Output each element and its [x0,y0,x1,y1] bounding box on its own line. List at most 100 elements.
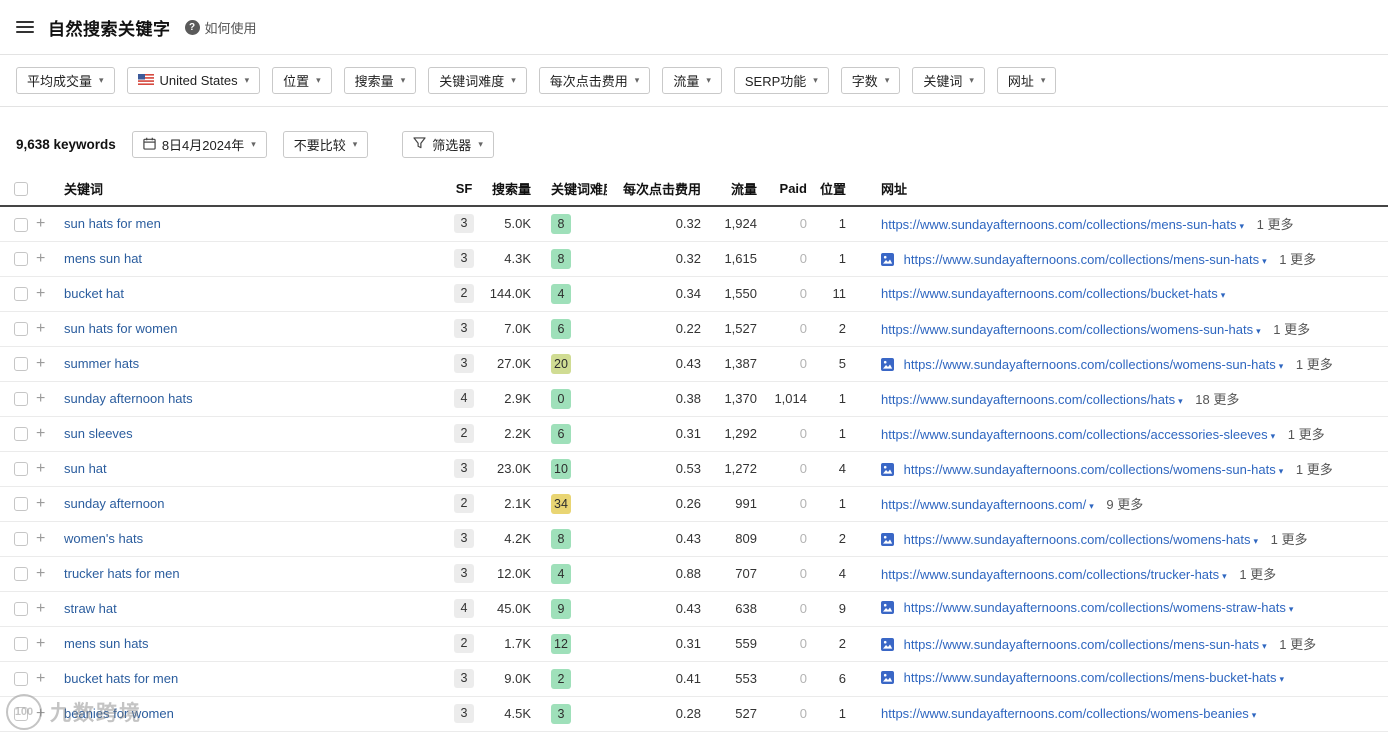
url-dropdown-caret[interactable]: ▾ [1221,290,1226,300]
url-dropdown-caret[interactable]: ▾ [1279,674,1284,684]
expand-plus-icon[interactable]: + [36,320,45,337]
keyword-link[interactable]: summer hats [64,356,139,371]
serp-features-badge[interactable]: 3 [454,214,474,234]
row-checkbox[interactable] [14,532,28,547]
compare-dropdown[interactable]: 不要比较 ▾ [282,131,369,158]
url-link[interactable]: https://www.sundayafternoons.com/ [881,497,1086,512]
expand-plus-icon[interactable]: + [36,250,45,267]
expand-plus-icon[interactable]: + [36,635,45,652]
date-picker-button[interactable]: 8日4月2024年 ▾ [131,131,267,158]
url-dropdown-caret[interactable]: ▾ [1252,710,1257,720]
filter-kd[interactable]: 关键词难度 ▾ [428,67,527,94]
serp-features-badge[interactable]: 3 [454,669,474,688]
col-header-url[interactable]: 网址 [851,172,1388,207]
more-urls-link[interactable]: 1 更多 [1273,322,1310,337]
url-dropdown-caret[interactable]: ▾ [1240,221,1245,231]
serp-features-badge[interactable]: 2 [454,494,474,513]
row-checkbox[interactable] [14,707,28,722]
serp-features-badge[interactable]: 3 [454,564,474,583]
serp-features-badge[interactable]: 3 [454,704,474,723]
serp-features-badge[interactable]: 2 [454,634,474,653]
expand-plus-icon[interactable]: + [36,495,45,512]
row-checkbox[interactable] [14,602,28,617]
url-link[interactable]: https://www.sundayafternoons.com/collect… [904,357,1276,372]
url-link[interactable]: https://www.sundayafternoons.com/collect… [904,252,1260,267]
keyword-link[interactable]: mens sun hat [64,251,142,266]
url-link[interactable]: https://www.sundayafternoons.com/collect… [881,322,1253,337]
more-urls-link[interactable]: 1 更多 [1239,567,1276,582]
url-dropdown-caret[interactable]: ▾ [1253,536,1258,546]
row-checkbox[interactable] [14,567,28,582]
keyword-link[interactable]: sunday afternoon hats [64,391,193,406]
url-link[interactable]: https://www.sundayafternoons.com/collect… [881,392,1175,407]
more-urls-link[interactable]: 18 更多 [1195,392,1239,407]
serp-features-badge[interactable]: 3 [454,459,474,478]
row-checkbox[interactable] [14,287,28,302]
url-dropdown-caret[interactable]: ▾ [1256,326,1261,336]
more-urls-link[interactable]: 9 更多 [1106,497,1143,512]
url-dropdown-caret[interactable]: ▾ [1262,641,1267,651]
url-link[interactable]: https://www.sundayafternoons.com/collect… [904,462,1276,477]
filter-cpc[interactable]: 每次点击费用 ▾ [538,67,651,94]
expand-plus-icon[interactable]: + [36,460,45,477]
row-checkbox[interactable] [14,392,28,407]
url-link[interactable]: https://www.sundayafternoons.com/collect… [881,286,1218,301]
url-dropdown-caret[interactable]: ▾ [1089,501,1094,511]
row-checkbox[interactable] [14,637,28,652]
row-checkbox[interactable] [14,672,28,687]
keyword-link[interactable]: mens sun hats [64,636,149,651]
keyword-link[interactable]: beanies for women [64,706,174,721]
keyword-link[interactable]: sunday afternoon [64,496,164,511]
filter-position[interactable]: 位置 ▾ [272,67,332,94]
url-link[interactable]: https://www.sundayafternoons.com/collect… [881,217,1237,232]
row-checkbox[interactable] [14,497,28,512]
expand-plus-icon[interactable]: + [36,670,45,687]
filter-volume[interactable]: 搜索量 ▾ [343,67,417,94]
row-checkbox[interactable] [14,427,28,442]
expand-plus-icon[interactable]: + [36,565,45,582]
expand-plus-icon[interactable]: + [36,705,45,722]
expand-plus-icon[interactable]: + [36,285,45,302]
serp-features-badge[interactable]: 3 [454,529,474,548]
more-urls-link[interactable]: 1 更多 [1279,637,1316,652]
more-urls-link[interactable]: 1 更多 [1296,462,1333,477]
help-link[interactable]: ? 如何使用 [184,18,257,37]
url-dropdown-caret[interactable]: ▾ [1222,571,1227,581]
col-header-position[interactable]: 位置 [811,172,851,207]
url-dropdown-caret[interactable]: ▾ [1279,361,1284,371]
serp-features-badge[interactable]: 2 [454,284,474,303]
serp-features-badge[interactable]: 4 [454,389,474,408]
serp-features-badge[interactable]: 2 [454,424,474,443]
col-header-volume[interactable]: 搜索量 [479,172,537,207]
filter-keyword[interactable]: 关键词 ▾ [912,67,985,94]
keyword-link[interactable]: women's hats [64,531,143,546]
expand-plus-icon[interactable]: + [36,600,45,617]
row-checkbox[interactable] [14,357,28,372]
filters-button[interactable]: 筛选器 ▾ [402,131,494,158]
expand-plus-icon[interactable]: + [36,425,45,442]
serp-features-badge[interactable]: 4 [454,599,474,618]
filter-word-count[interactable]: 字数 ▾ [840,67,901,94]
url-dropdown-caret[interactable]: ▾ [1279,466,1284,476]
more-urls-link[interactable]: 1 更多 [1279,252,1316,267]
row-checkbox[interactable] [14,217,28,232]
col-header-sf[interactable]: SF [449,172,479,207]
url-link[interactable]: https://www.sundayafternoons.com/collect… [881,706,1249,721]
filter-traffic[interactable]: 流量 ▾ [662,67,722,94]
keyword-link[interactable]: sun hats for men [64,216,161,231]
filter-avg-volume[interactable]: 平均成交量 ▾ [16,67,115,94]
col-header-paid[interactable]: Paid [763,172,811,207]
menu-icon[interactable] [16,21,34,33]
url-link[interactable]: https://www.sundayafternoons.com/collect… [904,637,1260,652]
expand-plus-icon[interactable]: + [36,530,45,547]
more-urls-link[interactable]: 1 更多 [1257,217,1294,232]
expand-plus-icon[interactable]: + [36,390,45,407]
col-header-kd[interactable]: 关键词难度 [537,172,607,207]
url-link[interactable]: https://www.sundayafternoons.com/collect… [881,427,1268,442]
more-urls-link[interactable]: 1 更多 [1296,357,1333,372]
url-link[interactable]: https://www.sundayafternoons.com/collect… [904,600,1286,615]
serp-features-badge[interactable]: 3 [454,319,474,338]
keyword-link[interactable]: sun sleeves [64,426,133,441]
select-all-checkbox[interactable] [14,182,28,197]
filter-country[interactable]: United States ▾ [126,67,261,94]
